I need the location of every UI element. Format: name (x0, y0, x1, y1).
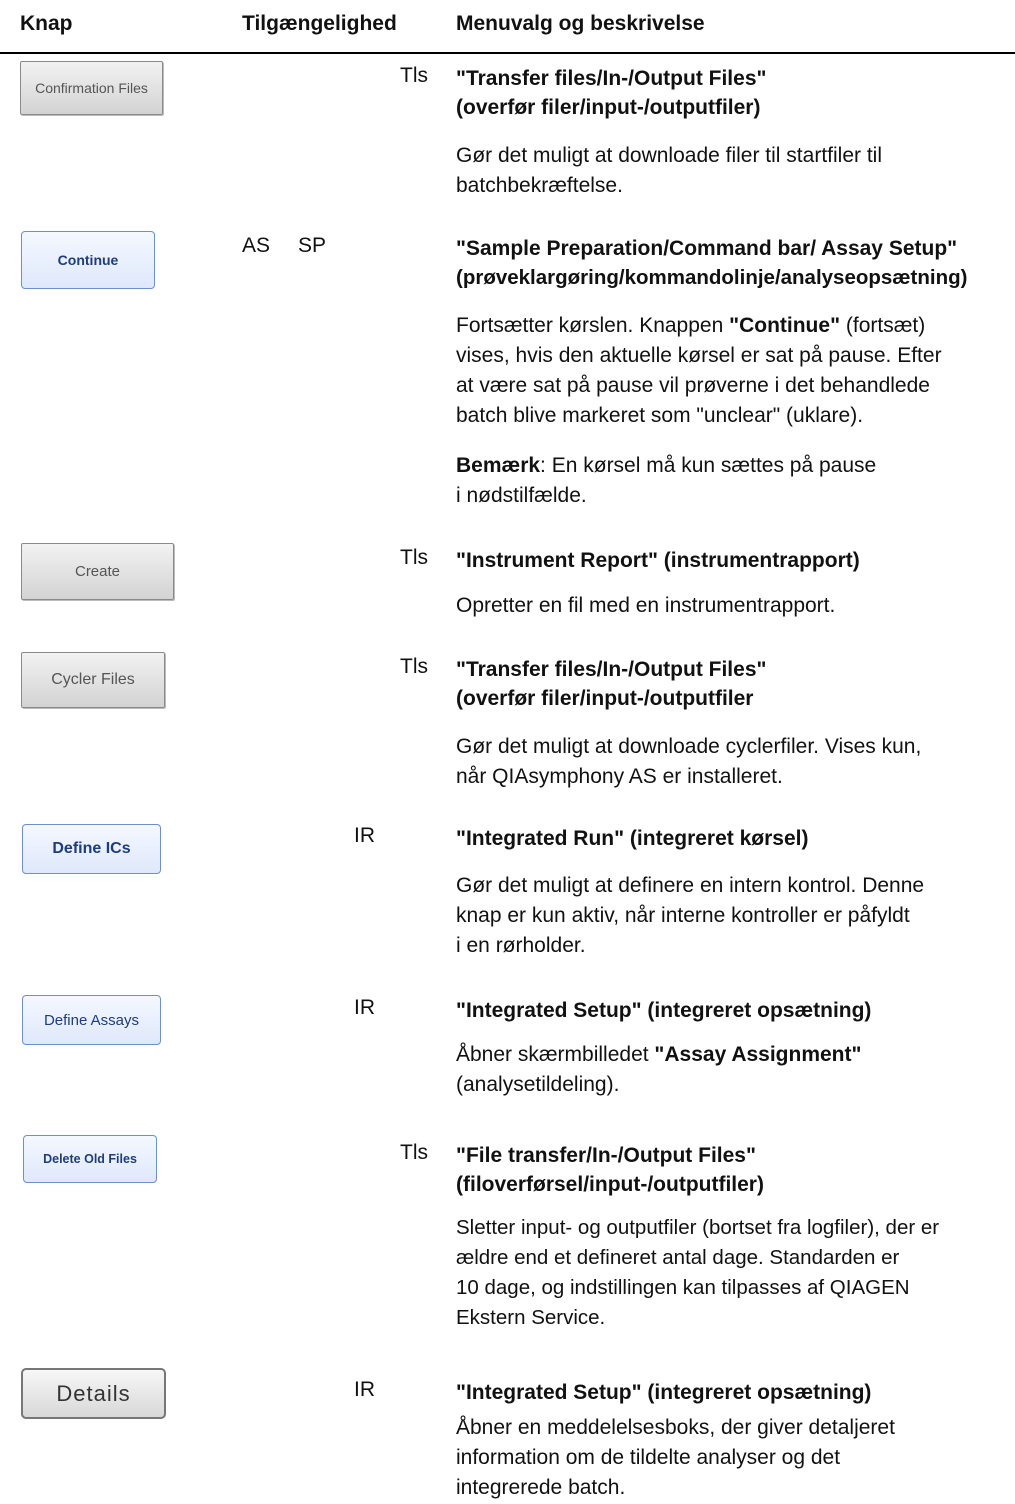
row-description: Åbner en meddelelsesboks, der giver deta… (456, 1413, 1015, 1503)
availability-as-label: AS (242, 234, 271, 257)
availability-label: Tls (400, 1141, 428, 1164)
description-line: når QIAsymphony AS er installeret. (456, 765, 783, 788)
row-title: "Sample Preparation/Command bar/ Assay S… (456, 234, 1015, 292)
row-title-line: "Integrated Run" (integreret kørsel) (456, 827, 809, 850)
description-line: batchbekræftelse. (456, 174, 623, 197)
description-line: ældre end et defineret antal dage. Stand… (456, 1246, 900, 1269)
row-title-line: "Transfer files/In-/Output Files" (456, 658, 767, 681)
description-line: 10 dage, og indstillingen kan tilpasses … (456, 1276, 910, 1299)
row-description: Gør det muligt at downloade cyclerfiler.… (456, 732, 1015, 792)
row-title: "Integrated Setup" (integreret opsætning… (456, 1378, 1015, 1407)
description-line: (analysetildeling). (456, 1073, 620, 1096)
create-button[interactable]: Create (21, 543, 174, 600)
row-title-line: (prøveklargøring/kommandolinje/analyseop… (456, 266, 968, 289)
description-line: Ekstern Service. (456, 1306, 606, 1329)
row-description: Opretter en fil med en instrumentrapport… (456, 591, 1015, 621)
header-availability-column: Tilgængelighed (242, 12, 397, 35)
description-line: batch blive markeret som "unclear" (ukla… (456, 404, 864, 427)
note-line: i nødstilfælde. (456, 484, 587, 507)
header-menu-column: Menuvalg og beskrivelse (456, 12, 705, 35)
row-note: Bemærk: En kørsel må kun sættes på pause… (456, 451, 1015, 511)
description-line: Gør det muligt at downloade filer til st… (456, 144, 882, 167)
row-title-line: (filoverførsel/input-/outputfiler) (456, 1173, 764, 1196)
confirmation-files-button[interactable]: Confirmation Files (20, 61, 163, 115)
availability-label: Tls (400, 64, 428, 87)
row-title-line: "Integrated Setup" (integreret opsætning… (456, 1381, 872, 1404)
row-description: Gør det muligt at downloade filer til st… (456, 141, 1015, 201)
note-line: Bemærk: En kørsel må kun sættes på pause (456, 451, 1015, 481)
header-button-column: Knap (20, 12, 73, 35)
header-divider (0, 52, 1015, 54)
availability-sp-label: SP (298, 234, 327, 257)
availability-label: IR (354, 1378, 375, 1401)
availability-label: Tls (400, 655, 428, 678)
row-description: Sletter input- og outputfiler (bortset f… (456, 1213, 1015, 1333)
description-line: at være sat på pause vil prøverne i det … (456, 374, 930, 397)
row-title: "Instrument Report" (instrumentrapport) (456, 546, 1015, 575)
row-title: "File transfer/In-/Output Files" (filove… (456, 1141, 1015, 1199)
availability-label: Tls (400, 546, 428, 569)
description-line: Sletter input- og outputfiler (bortset f… (456, 1216, 940, 1239)
description-line: Åbner en meddelelsesboks, der giver deta… (456, 1416, 895, 1439)
row-description: Gør det muligt at definere en intern kon… (456, 871, 1015, 961)
note-text: : En kørsel må kun sættes på pause (540, 454, 877, 477)
description-text: Fortsætter kørslen. Knappen (456, 314, 730, 337)
row-title-line: "Integrated Setup" (integreret opsætning… (456, 999, 872, 1022)
row-title: "Transfer files/In-/Output Files" (overf… (456, 655, 1015, 713)
define-ics-button[interactable]: Define ICs (22, 824, 161, 874)
row-title-line: (overfør filer/input-/outputfiler (456, 687, 754, 710)
table-header: Knap Tilgængelighed Menuvalg og beskrive… (0, 0, 1015, 52)
description-line: Åbner skærmbilledet "Assay Assignment" (456, 1040, 1015, 1070)
row-title: "Transfer files/In-/Output Files" (overf… (456, 64, 1015, 122)
description-line: Fortsætter kørslen. Knappen "Continue" (… (456, 311, 1015, 341)
description-line: vises, hvis den aktuelle kørsel er sat p… (456, 344, 942, 367)
availability-label: IR (354, 996, 375, 1019)
description-line: i en rørholder. (456, 934, 586, 957)
description-text: (fortsæt) (840, 314, 926, 337)
define-assays-button[interactable]: Define Assays (22, 995, 161, 1045)
description-line: information om de tildelte analyser og d… (456, 1446, 841, 1469)
continue-button[interactable]: Continue (21, 231, 155, 289)
description-bold-text: "Assay Assignment" (654, 1043, 862, 1066)
description-line: Opretter en fil med en instrumentrapport… (456, 594, 836, 617)
cycler-files-button[interactable]: Cycler Files (21, 652, 165, 708)
row-title: "Integrated Run" (integreret kørsel) (456, 824, 1015, 853)
availability-label: IR (354, 824, 375, 847)
row-title-line: "Sample Preparation/Command bar/ Assay S… (456, 237, 958, 260)
row-description: Åbner skærmbilledet "Assay Assignment" (… (456, 1040, 1015, 1100)
row-title-line: (overfør filer/input-/outputfiler) (456, 96, 761, 119)
description-line: Gør det muligt at downloade cyclerfiler.… (456, 735, 922, 758)
row-description: Fortsætter kørslen. Knappen "Continue" (… (456, 311, 1015, 431)
note-label: Bemærk (456, 454, 541, 477)
row-title-line: "File transfer/In-/Output Files" (456, 1144, 756, 1167)
description-bold-text: "Continue" (729, 314, 841, 337)
row-title: "Integrated Setup" (integreret opsætning… (456, 996, 1015, 1025)
description-text: Åbner skærmbilledet (456, 1043, 655, 1066)
details-button[interactable]: Details (21, 1368, 166, 1419)
description-line: knap er kun aktiv, når interne kontrolle… (456, 904, 910, 927)
description-line: integrerede batch. (456, 1476, 626, 1499)
description-line: Gør det muligt at definere en intern kon… (456, 874, 925, 897)
row-title-line: "Instrument Report" (instrumentrapport) (456, 549, 860, 572)
delete-old-files-button[interactable]: Delete Old Files (23, 1135, 157, 1183)
row-title-line: "Transfer files/In-/Output Files" (456, 67, 767, 90)
